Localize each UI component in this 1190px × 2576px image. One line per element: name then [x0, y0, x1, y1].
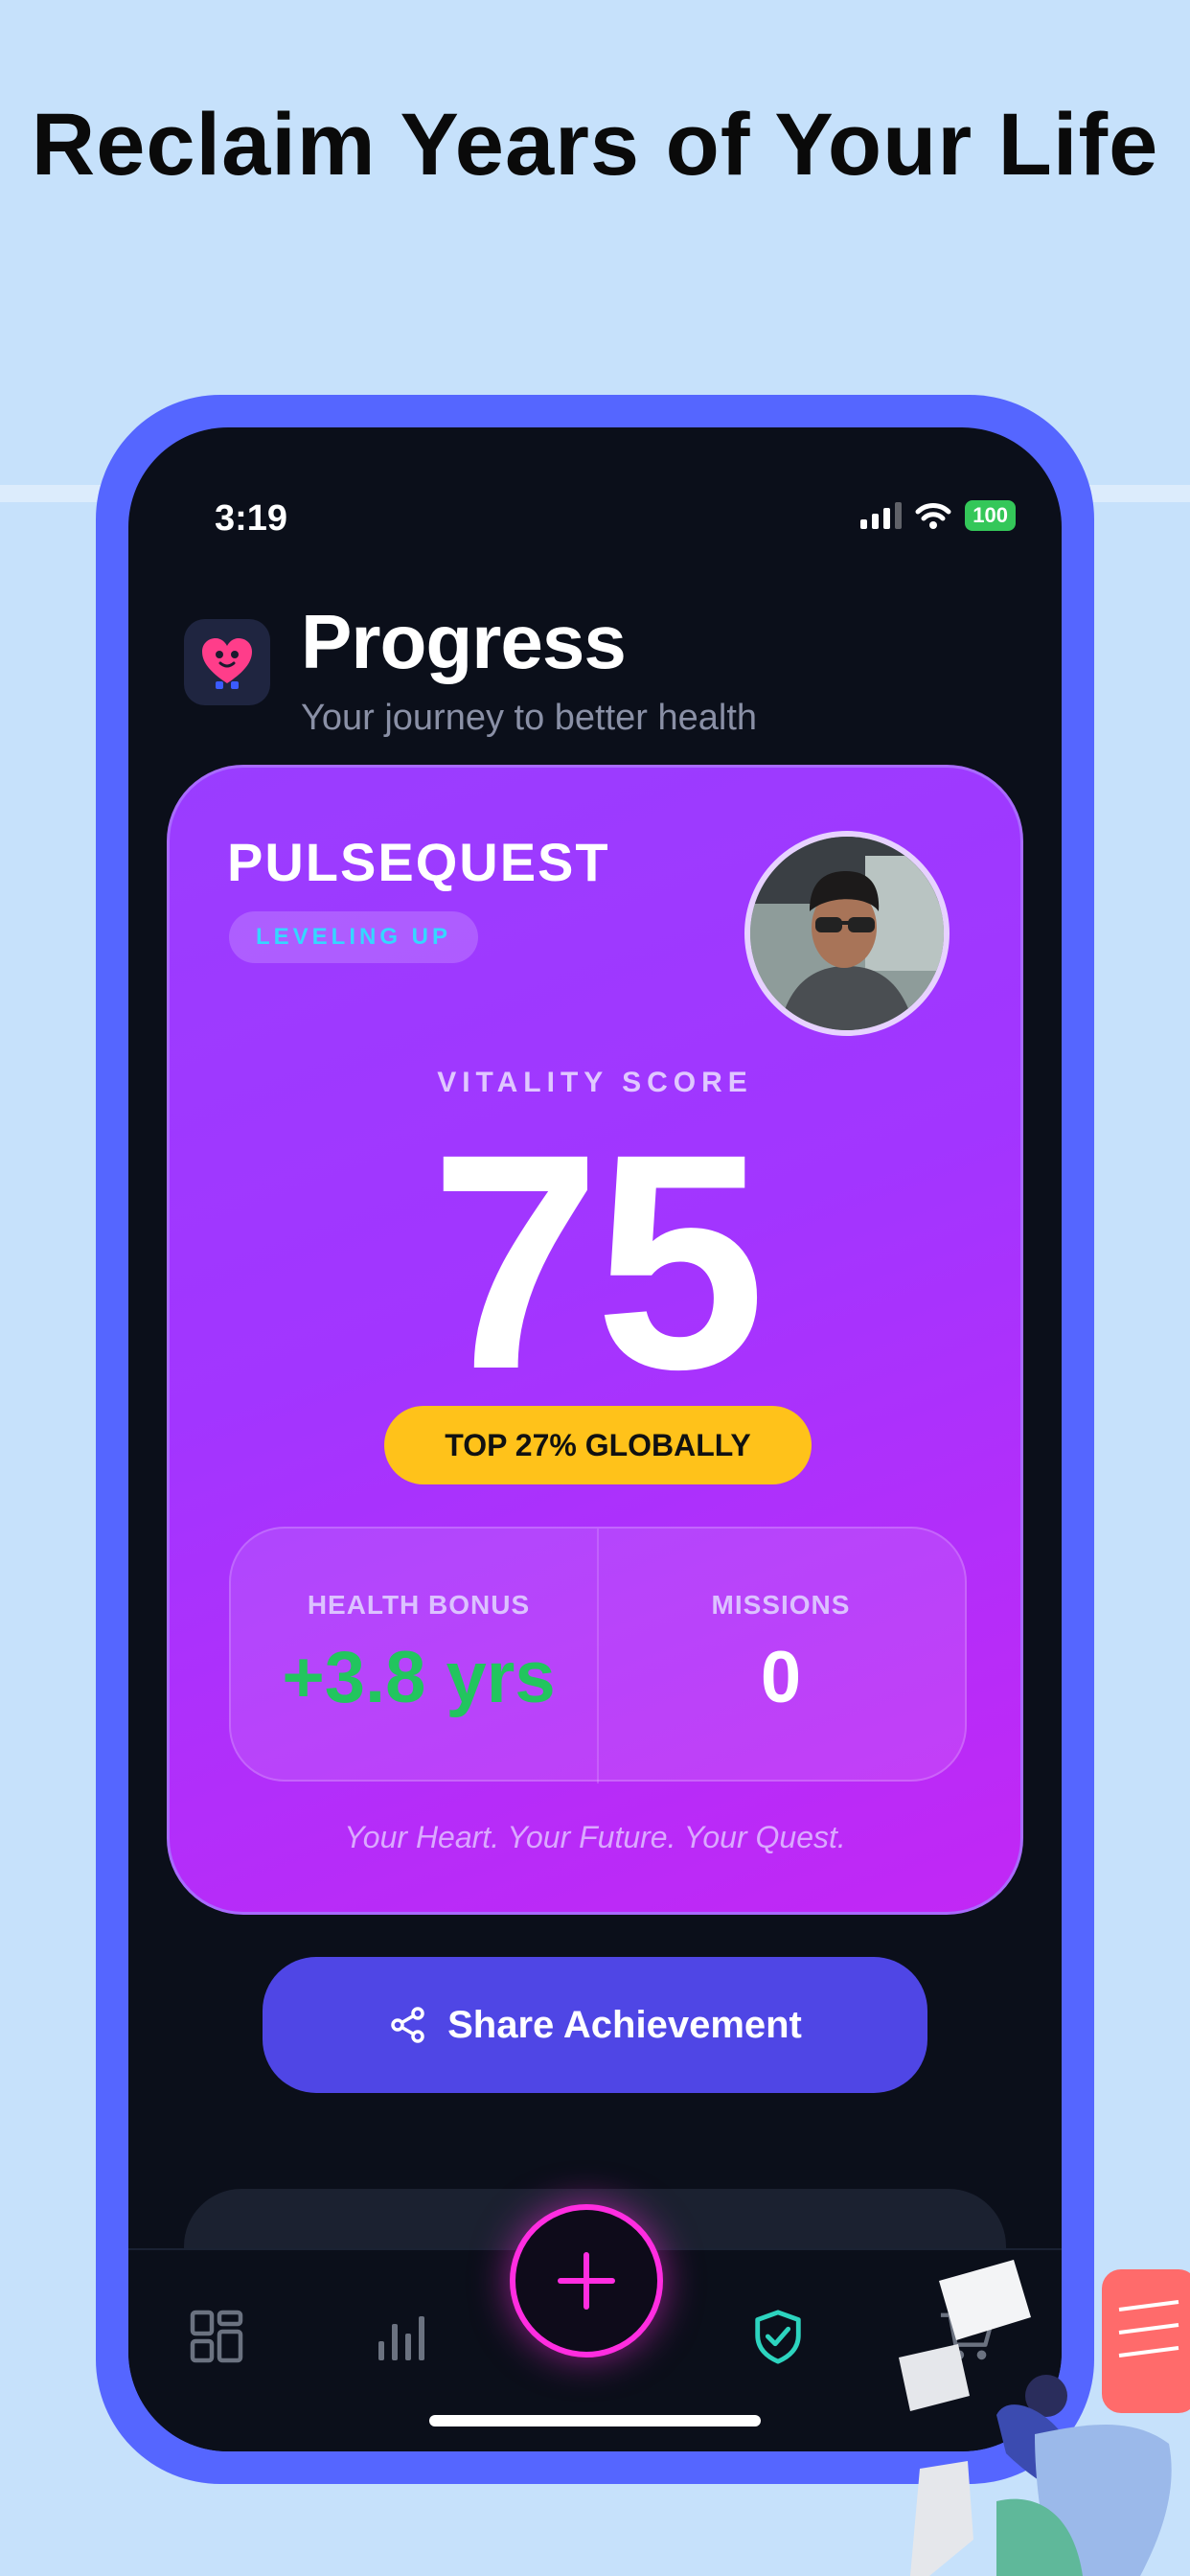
grid-icon	[190, 2310, 243, 2363]
battery-indicator: 100	[965, 500, 1016, 531]
vitality-card: PULSEQUEST LEVELING UP VITALITY SCORE 75…	[167, 765, 1023, 1915]
shield-check-icon	[755, 2310, 801, 2364]
bar-chart-icon	[378, 2316, 424, 2360]
share-icon	[391, 2007, 424, 2043]
signal-icon	[860, 502, 903, 529]
wifi-icon	[915, 503, 951, 529]
tagline: Your Heart. Your Future. Your Quest.	[344, 1820, 846, 1854]
status-icons: 100	[860, 500, 1016, 531]
user-photo	[750, 837, 944, 1030]
health-bonus-value: +3.8 yrs	[282, 1637, 556, 1718]
home-indicator	[429, 2415, 761, 2426]
brand-name: PULSEQUEST	[227, 832, 610, 892]
share-achievement-button[interactable]: Share Achievement	[263, 1957, 927, 2093]
tab-stats[interactable]	[372, 2308, 429, 2365]
heart-mascot-icon	[202, 638, 252, 689]
tab-protection[interactable]	[749, 2308, 807, 2365]
decorative-illustration	[899, 2260, 1190, 2576]
app-logo	[184, 619, 270, 705]
page-subtitle: Your journey to better health	[301, 698, 758, 738]
page-title: Progress	[301, 599, 627, 684]
headline: Reclaim Years of Your Life	[31, 96, 1159, 194]
phone-screen: 3:19 100 Progress Your journey to better…	[128, 427, 1062, 2451]
vitality-score-value: 75	[430, 1090, 766, 1433]
stats-panel: HEALTH BONUS +3.8 yrs MISSIONS 0	[229, 1527, 967, 1783]
add-button[interactable]	[510, 2204, 663, 2358]
rank-badge: TOP 27% GLOBALLY	[384, 1406, 812, 1484]
health-bonus-label: HEALTH BONUS	[307, 1590, 531, 1620]
missions-value: 0	[760, 1637, 802, 1718]
missions-label: MISSIONS	[711, 1590, 851, 1620]
status-time: 3:19	[215, 498, 288, 539]
share-button-label: Share Achievement	[447, 2003, 802, 2046]
tab-dashboard[interactable]	[188, 2308, 245, 2365]
plus-icon	[558, 2252, 615, 2310]
phone-frame: 3:19 100 Progress Your journey to better…	[96, 395, 1094, 2484]
avatar[interactable]	[744, 831, 950, 1036]
level-badge: LEVELING UP	[229, 911, 479, 963]
